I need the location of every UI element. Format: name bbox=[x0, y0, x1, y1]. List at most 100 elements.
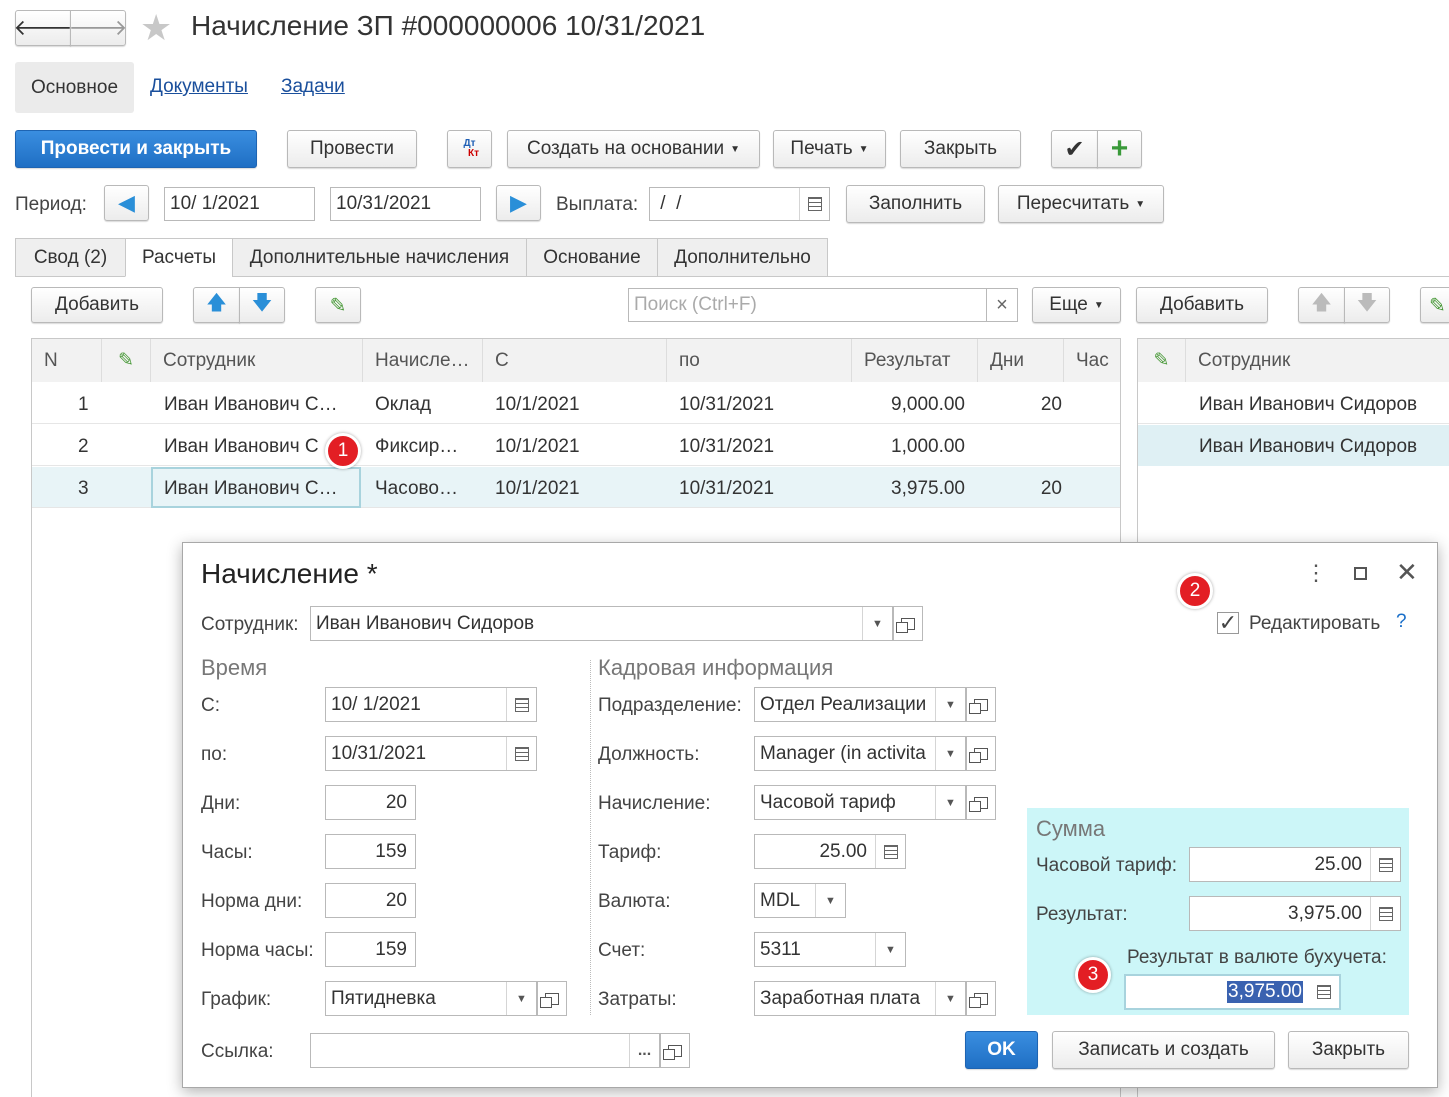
dropdown-arrow-icon[interactable]: ▼ bbox=[875, 933, 905, 966]
open-icon[interactable] bbox=[966, 785, 996, 820]
right-col-edit[interactable]: ✎ bbox=[1138, 339, 1186, 382]
payment-date-input[interactable]: / / bbox=[649, 187, 830, 221]
calculator-icon[interactable] bbox=[875, 835, 905, 868]
dropdown-arrow-icon[interactable]: ▼ bbox=[935, 737, 965, 770]
col-employee[interactable]: Сотрудник bbox=[151, 339, 363, 382]
dropdown-arrow-icon[interactable]: ▼ bbox=[506, 982, 536, 1015]
more-button[interactable]: Еще ▼ bbox=[1032, 287, 1121, 323]
calendar-icon[interactable] bbox=[506, 737, 536, 770]
post-and-close-button[interactable]: Провести и закрыть bbox=[15, 130, 257, 168]
col-accrual[interactable]: Начисле… bbox=[363, 339, 483, 382]
dropdown-arrow-icon[interactable]: ▼ bbox=[815, 884, 845, 917]
link-input[interactable]: ... bbox=[310, 1033, 660, 1068]
dialog-close-button[interactable]: Закрыть bbox=[1288, 1031, 1409, 1069]
move-up-button[interactable]: 🡅 bbox=[193, 287, 240, 323]
dropdown-arrow-icon[interactable]: ▼ bbox=[862, 607, 892, 640]
back-button[interactable]: 🡐 bbox=[14, 10, 73, 46]
right-move-down-button[interactable]: 🡇 bbox=[1344, 287, 1390, 323]
col-to[interactable]: по bbox=[667, 339, 852, 382]
norm-hours-input[interactable]: 159 bbox=[325, 932, 416, 967]
forward-button[interactable]: 🡒 bbox=[69, 10, 128, 46]
currency-input[interactable]: MDL ▼ bbox=[754, 883, 846, 918]
move-down-button[interactable]: 🡇 bbox=[239, 287, 285, 323]
maximize-icon[interactable] bbox=[1354, 567, 1367, 580]
open-icon[interactable] bbox=[966, 687, 996, 722]
dept-input[interactable]: Отдел Реализации ▼ bbox=[754, 687, 966, 722]
calendar-icon[interactable] bbox=[799, 188, 829, 220]
create-based-button[interactable]: Создать на основании ▼ bbox=[507, 130, 760, 168]
add-row-button[interactable]: Добавить bbox=[31, 287, 163, 323]
open-icon[interactable] bbox=[893, 606, 923, 641]
section-tab-documents[interactable]: Документы bbox=[150, 76, 248, 98]
edit-row-button[interactable]: ✎ bbox=[315, 287, 361, 323]
right-add-button[interactable]: Добавить bbox=[1136, 287, 1268, 323]
recalc-button[interactable]: Пересчитать ▼ bbox=[998, 185, 1164, 223]
dropdown-arrow-icon[interactable]: ▼ bbox=[935, 786, 965, 819]
tab-basis[interactable]: Основание bbox=[526, 238, 658, 277]
star-icon[interactable]: ★ bbox=[140, 8, 172, 48]
open-icon[interactable] bbox=[966, 736, 996, 771]
dtkt-button[interactable]: Дт Кт bbox=[447, 130, 492, 168]
help-link[interactable]: ? bbox=[1396, 611, 1407, 633]
right-col-employee[interactable]: Сотрудник bbox=[1186, 339, 1449, 382]
tab-extra-accruals[interactable]: Дополнительные начисления bbox=[232, 238, 527, 277]
col-hours[interactable]: Час bbox=[1064, 339, 1120, 382]
close-icon[interactable]: ✕ bbox=[1396, 558, 1418, 586]
hours-input[interactable]: 159 bbox=[325, 834, 416, 869]
open-icon[interactable] bbox=[537, 981, 567, 1016]
calendar-icon[interactable] bbox=[506, 688, 536, 721]
more-vertical-icon[interactable]: ⋮ bbox=[1305, 560, 1327, 586]
save-create-button[interactable]: Записать и создать bbox=[1052, 1031, 1275, 1069]
rate-input[interactable]: 25.00 bbox=[754, 834, 906, 869]
schedule-input[interactable]: Пятидневка ▼ bbox=[325, 981, 537, 1016]
dropdown-arrow-icon[interactable]: ▼ bbox=[935, 982, 965, 1015]
dropdown-arrow-icon[interactable]: ▼ bbox=[935, 688, 965, 721]
costs-input[interactable]: Заработная плата ▼ bbox=[754, 981, 966, 1016]
add-button[interactable]: + bbox=[1097, 130, 1142, 168]
section-tab-tasks[interactable]: Задачи bbox=[281, 76, 345, 98]
post-button[interactable]: Провести bbox=[287, 130, 417, 168]
period-to-input[interactable]: 10/31/2021 bbox=[330, 187, 481, 221]
checkmark-button[interactable]: ✔ bbox=[1051, 130, 1098, 168]
select-button[interactable]: ... bbox=[629, 1034, 659, 1067]
period-from-input[interactable]: 10/ 1/2021 bbox=[164, 187, 315, 221]
from-date-input[interactable]: 10/ 1/2021 bbox=[325, 687, 537, 722]
search-clear-button[interactable]: × bbox=[986, 288, 1018, 322]
rate-value: 25.00 bbox=[819, 840, 867, 862]
col-n[interactable]: N bbox=[32, 339, 102, 382]
tab-summary[interactable]: Свод (2) bbox=[15, 238, 126, 277]
calculator-icon[interactable] bbox=[1370, 848, 1400, 881]
search-input[interactable]: Поиск (Ctrl+F) bbox=[628, 288, 987, 322]
pencil-icon: ✎ bbox=[1153, 350, 1170, 371]
calculator-icon[interactable] bbox=[1309, 976, 1339, 1008]
section-tab-main[interactable]: Основное bbox=[15, 62, 134, 113]
tab-additional[interactable]: Дополнительно bbox=[657, 238, 828, 277]
result-acc-input[interactable]: 3,975.00 bbox=[1124, 974, 1341, 1010]
days-input[interactable]: 20 bbox=[325, 785, 416, 820]
col-from[interactable]: С bbox=[483, 339, 667, 382]
col-days[interactable]: Дни bbox=[978, 339, 1064, 382]
period-next-button[interactable]: ▶ bbox=[496, 185, 541, 221]
to-date-input[interactable]: 10/31/2021 bbox=[325, 736, 537, 771]
right-edit-button[interactable]: ✎ bbox=[1420, 287, 1449, 323]
norm-days-input[interactable]: 20 bbox=[325, 883, 416, 918]
col-edit[interactable]: ✎ bbox=[102, 339, 151, 382]
fill-button[interactable]: Заполнить bbox=[846, 185, 985, 223]
calculator-icon[interactable] bbox=[1370, 897, 1400, 930]
position-input[interactable]: Manager (in activita ▼ bbox=[754, 736, 966, 771]
close-button[interactable]: Закрыть bbox=[900, 130, 1021, 168]
open-icon[interactable] bbox=[966, 981, 996, 1016]
accrual-input[interactable]: Часовой тариф ▼ bbox=[754, 785, 966, 820]
right-move-up-button[interactable]: 🡅 bbox=[1298, 287, 1345, 323]
dialog-employee-input[interactable]: Иван Иванович Сидоров ▼ bbox=[310, 606, 893, 641]
hourly-rate-input[interactable]: 25.00 bbox=[1189, 847, 1401, 882]
result-input[interactable]: 3,975.00 bbox=[1189, 896, 1401, 931]
tab-calculations[interactable]: Расчеты bbox=[125, 238, 233, 277]
edit-checkbox[interactable]: ✓ bbox=[1217, 612, 1239, 634]
ok-button[interactable]: OK bbox=[965, 1031, 1038, 1069]
account-input[interactable]: 5311 ▼ bbox=[754, 932, 906, 967]
period-prev-button[interactable]: ◀ bbox=[104, 185, 149, 221]
print-button[interactable]: Печать ▼ bbox=[773, 130, 886, 168]
col-result[interactable]: Результат bbox=[852, 339, 978, 382]
open-icon[interactable] bbox=[660, 1033, 690, 1068]
